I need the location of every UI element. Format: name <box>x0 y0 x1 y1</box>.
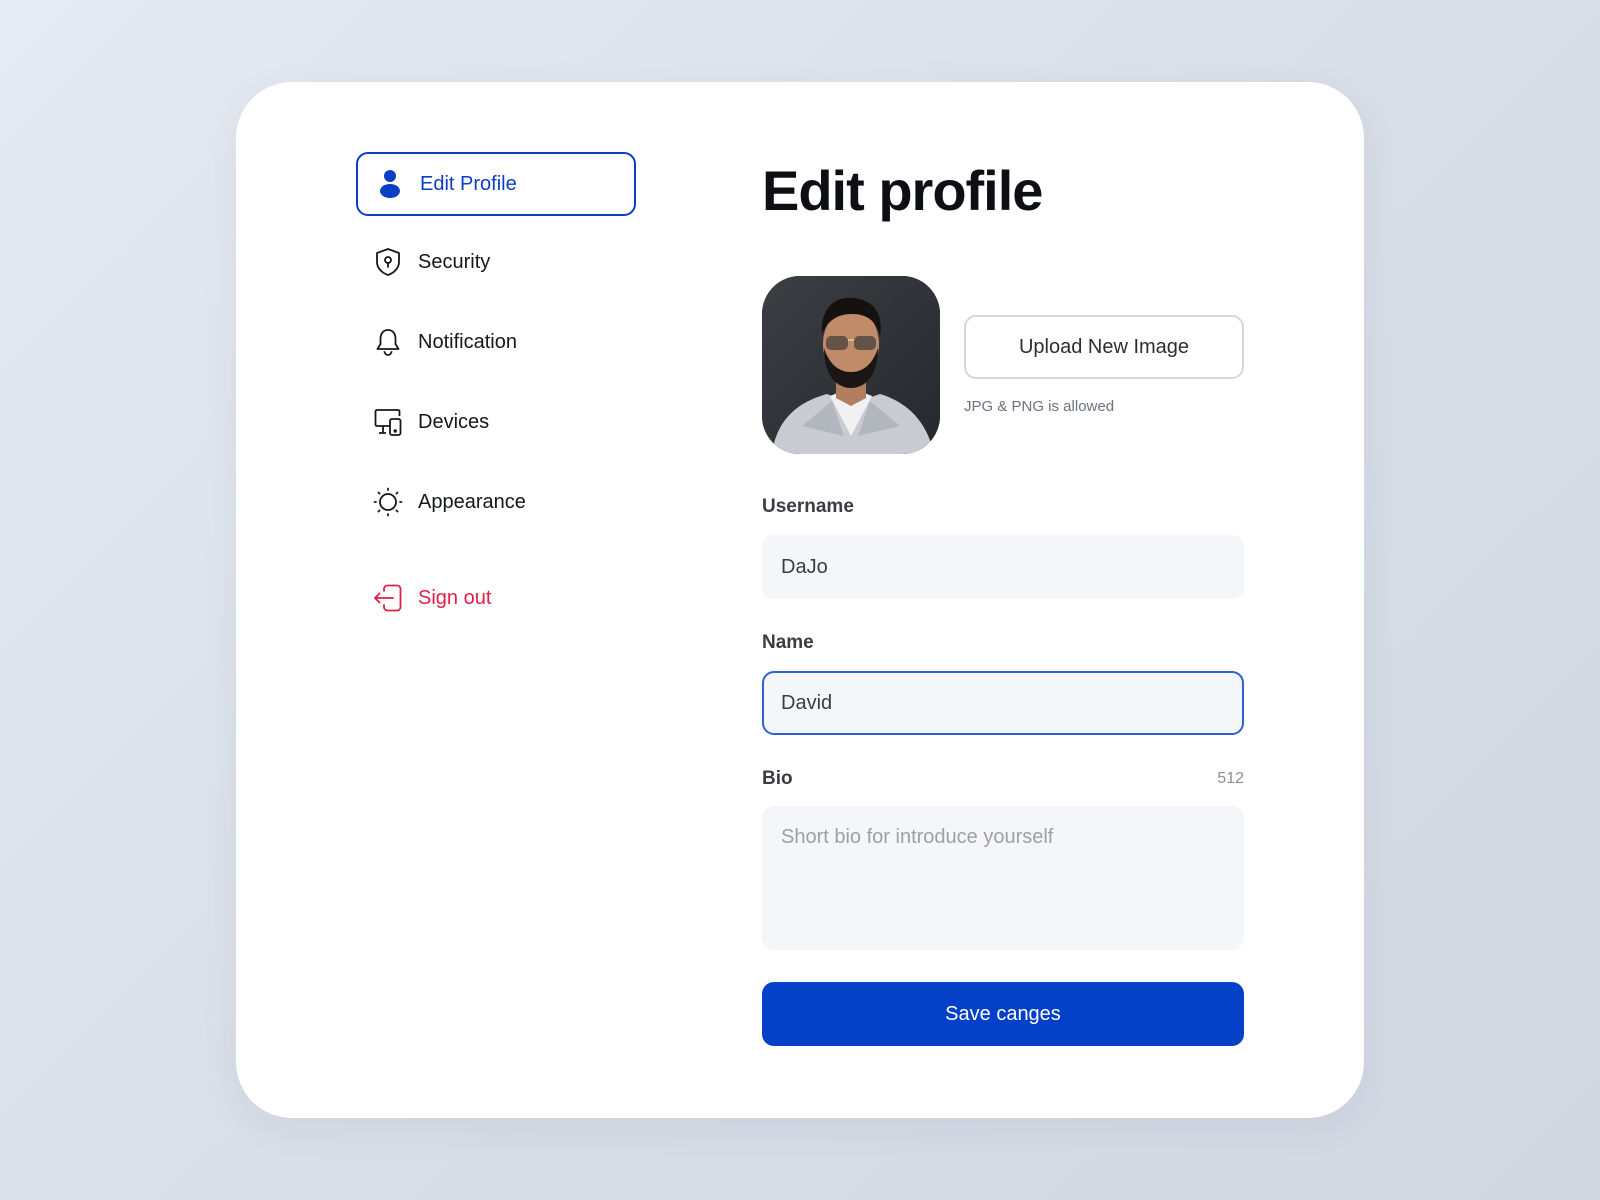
bell-icon <box>372 326 404 358</box>
bio-label: Bio <box>762 768 793 789</box>
sidebar-item-edit-profile[interactable]: Edit Profile <box>356 152 636 216</box>
sidebar-item-label: Appearance <box>418 490 526 513</box>
username-label: Username <box>762 496 854 517</box>
sidebar-item-security[interactable]: Security <box>356 230 636 294</box>
sidebar-item-label: Security <box>418 250 491 273</box>
settings-card: Edit Profile Security Notification Devic… <box>236 82 1364 1118</box>
shield-lock-icon <box>372 246 404 278</box>
sidebar-item-label: Devices <box>418 410 490 433</box>
sidebar-item-notification[interactable]: Notification <box>356 310 636 374</box>
name-label: Name <box>762 632 814 653</box>
user-icon <box>374 168 406 200</box>
sidebar-item-appearance[interactable]: Appearance <box>356 470 636 534</box>
upload-new-image-button[interactable]: Upload New Image <box>964 315 1244 379</box>
devices-icon <box>372 406 404 438</box>
sidebar-item-devices[interactable]: Devices <box>356 390 636 454</box>
profile-photo <box>762 276 940 454</box>
sign-out-button[interactable]: Sign out <box>356 566 636 630</box>
bio-textarea[interactable] <box>762 806 1244 950</box>
sidebar-item-label: Edit Profile <box>420 172 517 195</box>
name-input[interactable] <box>762 671 1244 735</box>
save-changes-button[interactable]: Save canges <box>762 982 1244 1046</box>
sun-icon <box>372 486 404 518</box>
sidebar-item-label: Notification <box>418 330 517 353</box>
sign-out-label: Sign out <box>418 586 492 609</box>
username-input[interactable] <box>762 535 1244 599</box>
sign-out-icon <box>372 582 404 614</box>
page-title: Edit profile <box>762 159 1043 222</box>
upload-hint: JPG & PNG is allowed <box>964 398 1115 415</box>
bio-character-counter: 512 <box>1217 770 1244 787</box>
